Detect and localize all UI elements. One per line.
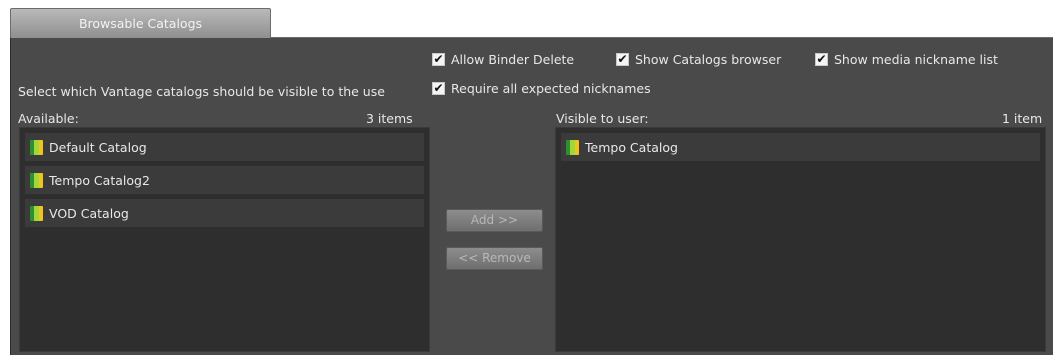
allow-binder-delete-checkbox[interactable]: ✔ Allow Binder Delete xyxy=(432,52,574,67)
list-item[interactable]: Tempo Catalog xyxy=(561,133,1040,161)
list-item-label: Tempo Catalog2 xyxy=(49,172,150,188)
checkbox-checkmark-icon: ✔ xyxy=(432,52,445,66)
list-item[interactable]: Default Catalog xyxy=(25,133,424,161)
available-catalogs-list[interactable]: Default Catalog Tempo Catalog2 VOD Catal… xyxy=(19,127,430,352)
require-all-expected-nicknames-checkbox[interactable]: ✔ Require all expected nicknames xyxy=(432,81,651,96)
list-item-label: Tempo Catalog xyxy=(585,139,678,155)
visible-count: 1 item xyxy=(1002,111,1043,126)
checkbox-checkmark-icon: ✔ xyxy=(432,81,445,95)
visible-to-user-label: Visible to user: xyxy=(556,111,649,126)
add-button[interactable]: Add >> xyxy=(446,209,543,232)
catalog-icon xyxy=(566,139,579,155)
show-media-nickname-list-label: Show media nickname list xyxy=(834,52,998,67)
show-catalogs-browser-checkbox[interactable]: ✔ Show Catalogs browser xyxy=(616,52,781,67)
tab-browsable-catalogs[interactable]: Browsable Catalogs xyxy=(10,8,271,39)
catalog-icon xyxy=(30,139,43,155)
list-item-label: Default Catalog xyxy=(49,139,147,155)
allow-binder-delete-label: Allow Binder Delete xyxy=(451,52,575,67)
available-label: Available: xyxy=(18,111,79,126)
browsable-catalogs-panel: ✔ Allow Binder Delete ✔ Show Catalogs br… xyxy=(10,38,1053,355)
require-all-expected-nicknames-label: Require all expected nicknames xyxy=(451,81,651,96)
catalog-icon xyxy=(30,205,43,221)
show-catalogs-browser-label: Show Catalogs browser xyxy=(635,52,782,67)
list-item[interactable]: Tempo Catalog2 xyxy=(25,166,424,194)
visible-catalogs-list[interactable]: Tempo Catalog xyxy=(555,127,1046,352)
catalog-icon xyxy=(30,172,43,188)
list-item-label: VOD Catalog xyxy=(49,205,129,221)
show-media-nickname-list-checkbox[interactable]: ✔ Show media nickname list xyxy=(815,52,998,67)
remove-button[interactable]: << Remove xyxy=(446,247,543,270)
available-count: 3 items xyxy=(366,111,413,126)
checkbox-checkmark-icon: ✔ xyxy=(616,52,629,66)
checkbox-checkmark-icon: ✔ xyxy=(815,52,828,66)
list-item[interactable]: VOD Catalog xyxy=(25,199,424,227)
instructions-text: Select which Vantage catalogs should be … xyxy=(18,84,386,99)
